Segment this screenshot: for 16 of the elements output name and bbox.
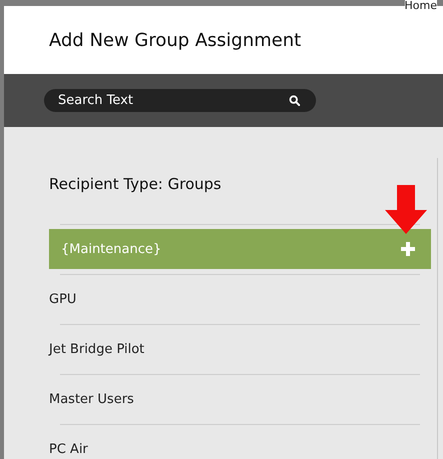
plus-icon[interactable] xyxy=(401,242,415,256)
section-title: Recipient Type: Groups xyxy=(49,175,222,193)
group-name: {Maintenance} xyxy=(61,242,162,256)
group-name: Master Users xyxy=(49,392,134,407)
search-icon xyxy=(289,95,300,106)
group-item[interactable]: GPU xyxy=(49,279,431,319)
search-field[interactable]: Search Text xyxy=(44,89,316,112)
group-name: Jet Bridge Pilot xyxy=(49,342,144,357)
group-name: GPU xyxy=(49,292,76,307)
group-item[interactable]: Jet Bridge Pilot xyxy=(49,329,431,369)
dialog-title: Add New Group Assignment xyxy=(49,30,302,50)
group-item[interactable]: Master Users xyxy=(49,379,431,419)
group-name: PC Air xyxy=(49,442,88,457)
group-item[interactable]: PC Air xyxy=(49,429,431,459)
home-link[interactable]: Home xyxy=(404,0,437,12)
arrow-icon xyxy=(384,185,428,235)
